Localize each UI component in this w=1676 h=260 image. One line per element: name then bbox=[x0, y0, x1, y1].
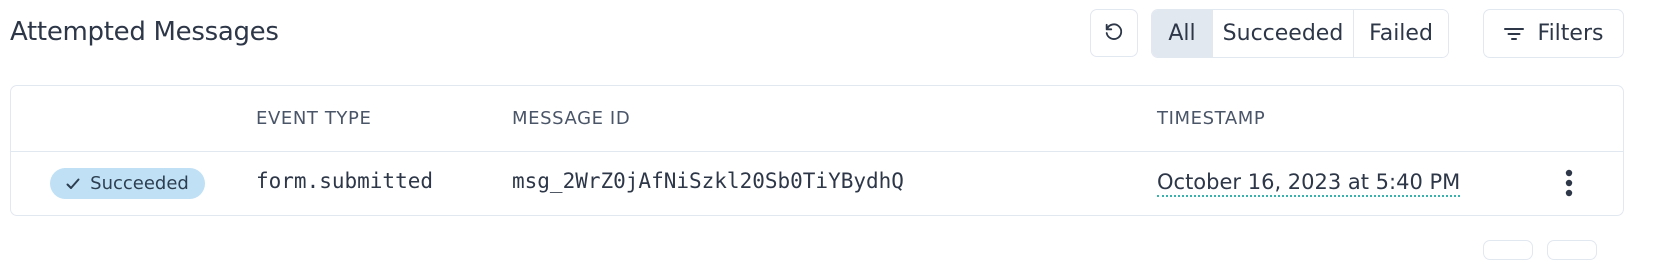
status-badge-label: Succeeded bbox=[90, 173, 189, 194]
status-badge: Succeeded bbox=[50, 168, 205, 199]
refresh-button[interactable] bbox=[1090, 9, 1138, 57]
page-title: Attempted Messages bbox=[10, 17, 279, 47]
table-header: EVENT TYPE MESSAGE ID TIMESTAMP bbox=[11, 86, 1623, 152]
filters-button[interactable]: Filters bbox=[1483, 9, 1624, 58]
tab-failed[interactable]: Failed bbox=[1354, 10, 1448, 57]
tab-all[interactable]: All bbox=[1152, 10, 1213, 57]
event-type-cell: form.submitted bbox=[256, 169, 434, 193]
row-menu-button[interactable] bbox=[1557, 167, 1581, 199]
check-icon bbox=[66, 178, 80, 189]
pagination-next-button[interactable] bbox=[1547, 240, 1597, 260]
timestamp-cell[interactable]: October 16, 2023 at 5:40 PM bbox=[1157, 169, 1461, 197]
filters-label: Filters bbox=[1537, 21, 1604, 46]
tab-succeeded[interactable]: Succeeded bbox=[1213, 10, 1354, 57]
column-header-message-id: MESSAGE ID bbox=[512, 108, 631, 129]
status-filter-tabs: All Succeeded Failed bbox=[1151, 9, 1449, 58]
table-row[interactable]: Succeeded form.submitted msg_2WrZ0jAfNiS… bbox=[11, 151, 1623, 215]
messages-table: EVENT TYPE MESSAGE ID TIMESTAMP Succeede… bbox=[10, 85, 1624, 216]
column-header-timestamp: TIMESTAMP bbox=[1157, 108, 1266, 129]
refresh-icon bbox=[1105, 23, 1123, 40]
filter-lines-icon bbox=[1503, 27, 1524, 40]
message-id-cell[interactable]: msg_2WrZ0jAfNiSzkl20Sb0TiYBydhQ bbox=[512, 169, 904, 193]
pagination-prev-button[interactable] bbox=[1483, 240, 1533, 260]
column-header-event-type: EVENT TYPE bbox=[256, 108, 372, 129]
more-vertical-icon bbox=[1565, 169, 1573, 197]
